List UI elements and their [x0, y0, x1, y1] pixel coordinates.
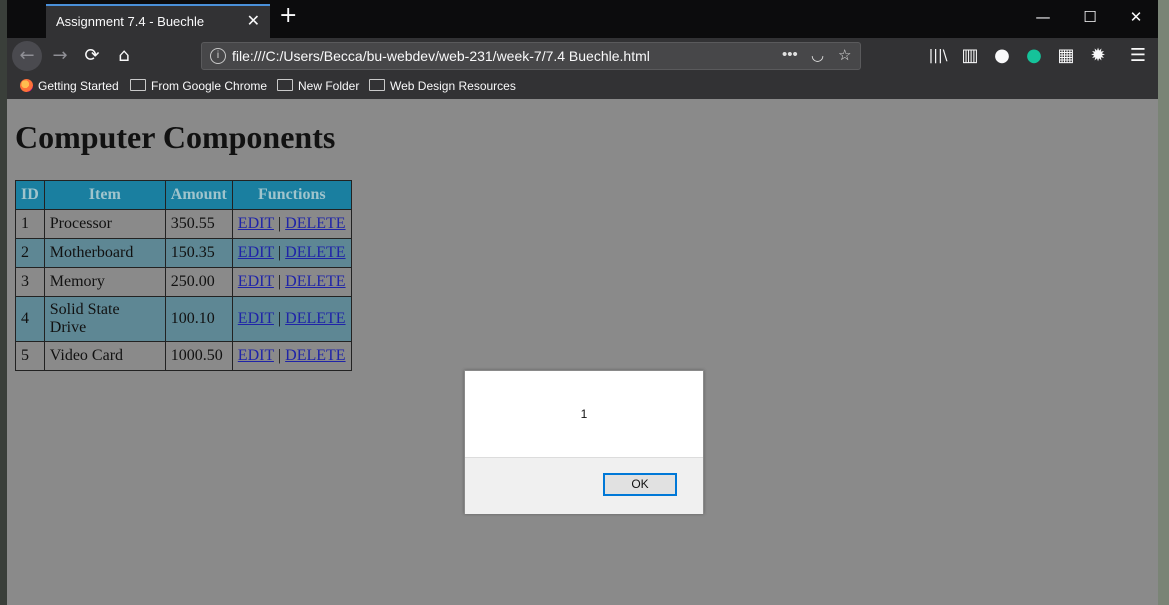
link-separator: |: [277, 347, 282, 364]
new-tab-icon[interactable]: +: [279, 5, 297, 27]
folder-icon: [369, 79, 385, 91]
bookmark-label: Web Design Resources: [390, 79, 516, 93]
cell-functions: EDIT | DELETE: [231, 296, 352, 342]
back-icon[interactable]: ←: [12, 41, 42, 71]
bookmarks-toolbar: Getting Started From Google Chrome New F…: [7, 74, 1158, 99]
cell-amount: 350.55: [164, 209, 233, 239]
folder-icon: [277, 79, 293, 91]
page-content: Computer Components ID Item Amount Funct…: [7, 99, 1158, 605]
ok-button[interactable]: OK: [603, 473, 677, 496]
edit-link[interactable]: EDIT: [238, 310, 274, 327]
alert-footer: OK: [465, 457, 703, 514]
delete-link[interactable]: DELETE: [285, 215, 345, 232]
extension-icon[interactable]: ▦: [1053, 44, 1079, 68]
bookmark-label: From Google Chrome: [151, 79, 268, 93]
link-separator: |: [277, 215, 282, 232]
edit-link[interactable]: EDIT: [238, 215, 274, 232]
bookmark-from-google-chrome[interactable]: From Google Chrome: [130, 79, 267, 93]
cell-item: Processor: [43, 209, 166, 239]
cell-functions: EDIT | DELETE: [231, 209, 352, 239]
menu-icon[interactable]: ☰: [1125, 44, 1151, 68]
maximize-icon[interactable]: ☐: [1075, 8, 1105, 26]
firefox-icon: [20, 79, 33, 92]
column-header-functions: Functions: [231, 180, 352, 210]
cell-item: Video Card: [43, 341, 166, 371]
minimize-icon[interactable]: —: [1028, 8, 1058, 26]
cell-amount: 250.00: [164, 267, 233, 297]
url-text[interactable]: file:///C:/Users/Becca/bu-webdev/web-231…: [232, 48, 650, 64]
cell-id: 3: [15, 267, 45, 297]
cell-id: 4: [15, 296, 45, 342]
delete-link[interactable]: DELETE: [285, 244, 345, 261]
table-row: 1 Processor 350.55 EDIT | DELETE: [15, 209, 352, 239]
settings-icon[interactable]: ✹: [1085, 44, 1111, 68]
edit-link[interactable]: EDIT: [238, 347, 274, 364]
bookmark-label: Getting Started: [38, 79, 119, 93]
column-header-id: ID: [15, 180, 45, 210]
reload-icon[interactable]: ⟳: [79, 44, 105, 68]
cell-functions: EDIT | DELETE: [231, 341, 352, 371]
tab-close-icon[interactable]: ✕: [247, 11, 260, 31]
cell-id: 1: [15, 209, 45, 239]
url-bar[interactable]: i file:///C:/Users/Becca/bu-webdev/web-2…: [201, 42, 861, 70]
edit-link[interactable]: EDIT: [238, 273, 274, 290]
cell-functions: EDIT | DELETE: [231, 267, 352, 297]
alert-dialog: 1 OK: [464, 370, 704, 514]
pocket-icon[interactable]: ◡: [811, 46, 824, 64]
folder-icon: [130, 79, 146, 91]
table-row: 2 Motherboard 150.35 EDIT | DELETE: [15, 238, 352, 268]
page-title: Computer Components: [15, 119, 336, 155]
browser-tab[interactable]: Assignment 7.4 - Buechle ✕: [46, 4, 270, 38]
column-header-item: Item: [43, 180, 166, 210]
link-separator: |: [277, 310, 282, 327]
sidebar-icon[interactable]: ▥: [957, 44, 983, 68]
delete-link[interactable]: DELETE: [285, 310, 345, 327]
link-separator: |: [277, 244, 282, 261]
cell-amount: 150.35: [164, 238, 233, 268]
table-header-row: ID Item Amount Functions: [15, 180, 352, 210]
link-separator: |: [277, 273, 282, 290]
column-header-amount: Amount: [164, 180, 233, 210]
desktop-background-right: [1158, 0, 1169, 605]
components-table: ID Item Amount Functions 1 Processor 350…: [15, 180, 352, 371]
cell-item: Motherboard: [43, 238, 166, 268]
table-row: 4 Solid State Drive 100.10 EDIT | DELETE: [15, 296, 352, 342]
desktop-background-left: [0, 0, 7, 605]
delete-link[interactable]: DELETE: [285, 273, 345, 290]
forward-icon[interactable]: →: [47, 44, 73, 68]
account-icon[interactable]: ●: [989, 44, 1015, 68]
edit-link[interactable]: EDIT: [238, 244, 274, 261]
close-window-icon[interactable]: ✕: [1121, 8, 1151, 26]
cell-amount: 100.10: [164, 296, 233, 342]
cell-item: Memory: [43, 267, 166, 297]
title-bar: Assignment 7.4 - Buechle ✕ + — ☐ ✕: [7, 0, 1158, 38]
cell-functions: EDIT | DELETE: [231, 238, 352, 268]
library-icon[interactable]: |||\: [925, 44, 951, 68]
cell-id: 5: [15, 341, 45, 371]
cell-id: 2: [15, 238, 45, 268]
bookmark-label: New Folder: [298, 79, 360, 93]
grammarly-icon[interactable]: ●: [1021, 44, 1047, 68]
table-row: 3 Memory 250.00 EDIT | DELETE: [15, 267, 352, 297]
page-actions-icon[interactable]: •••: [782, 46, 798, 63]
table-row: 5 Video Card 1000.50 EDIT | DELETE: [15, 341, 352, 371]
bookmark-new-folder[interactable]: New Folder: [277, 79, 359, 93]
browser-window: Assignment 7.4 - Buechle ✕ + — ☐ ✕ ← → ⟳…: [7, 0, 1158, 605]
page-info-icon[interactable]: i: [210, 48, 226, 64]
cell-amount: 1000.50: [164, 341, 233, 371]
delete-link[interactable]: DELETE: [285, 347, 345, 364]
bookmark-star-icon[interactable]: ☆: [838, 46, 851, 64]
alert-message: 1: [580, 407, 588, 421]
bookmark-web-design-resources[interactable]: Web Design Resources: [369, 79, 516, 93]
home-icon[interactable]: ⌂: [111, 44, 137, 68]
cell-item: Solid State Drive: [43, 296, 166, 342]
tab-title: Assignment 7.4 - Buechle: [56, 14, 205, 29]
navigation-toolbar: ← → ⟳ ⌂ i file:///C:/Users/Becca/bu-webd…: [7, 38, 1158, 74]
bookmark-getting-started[interactable]: Getting Started: [20, 79, 119, 93]
